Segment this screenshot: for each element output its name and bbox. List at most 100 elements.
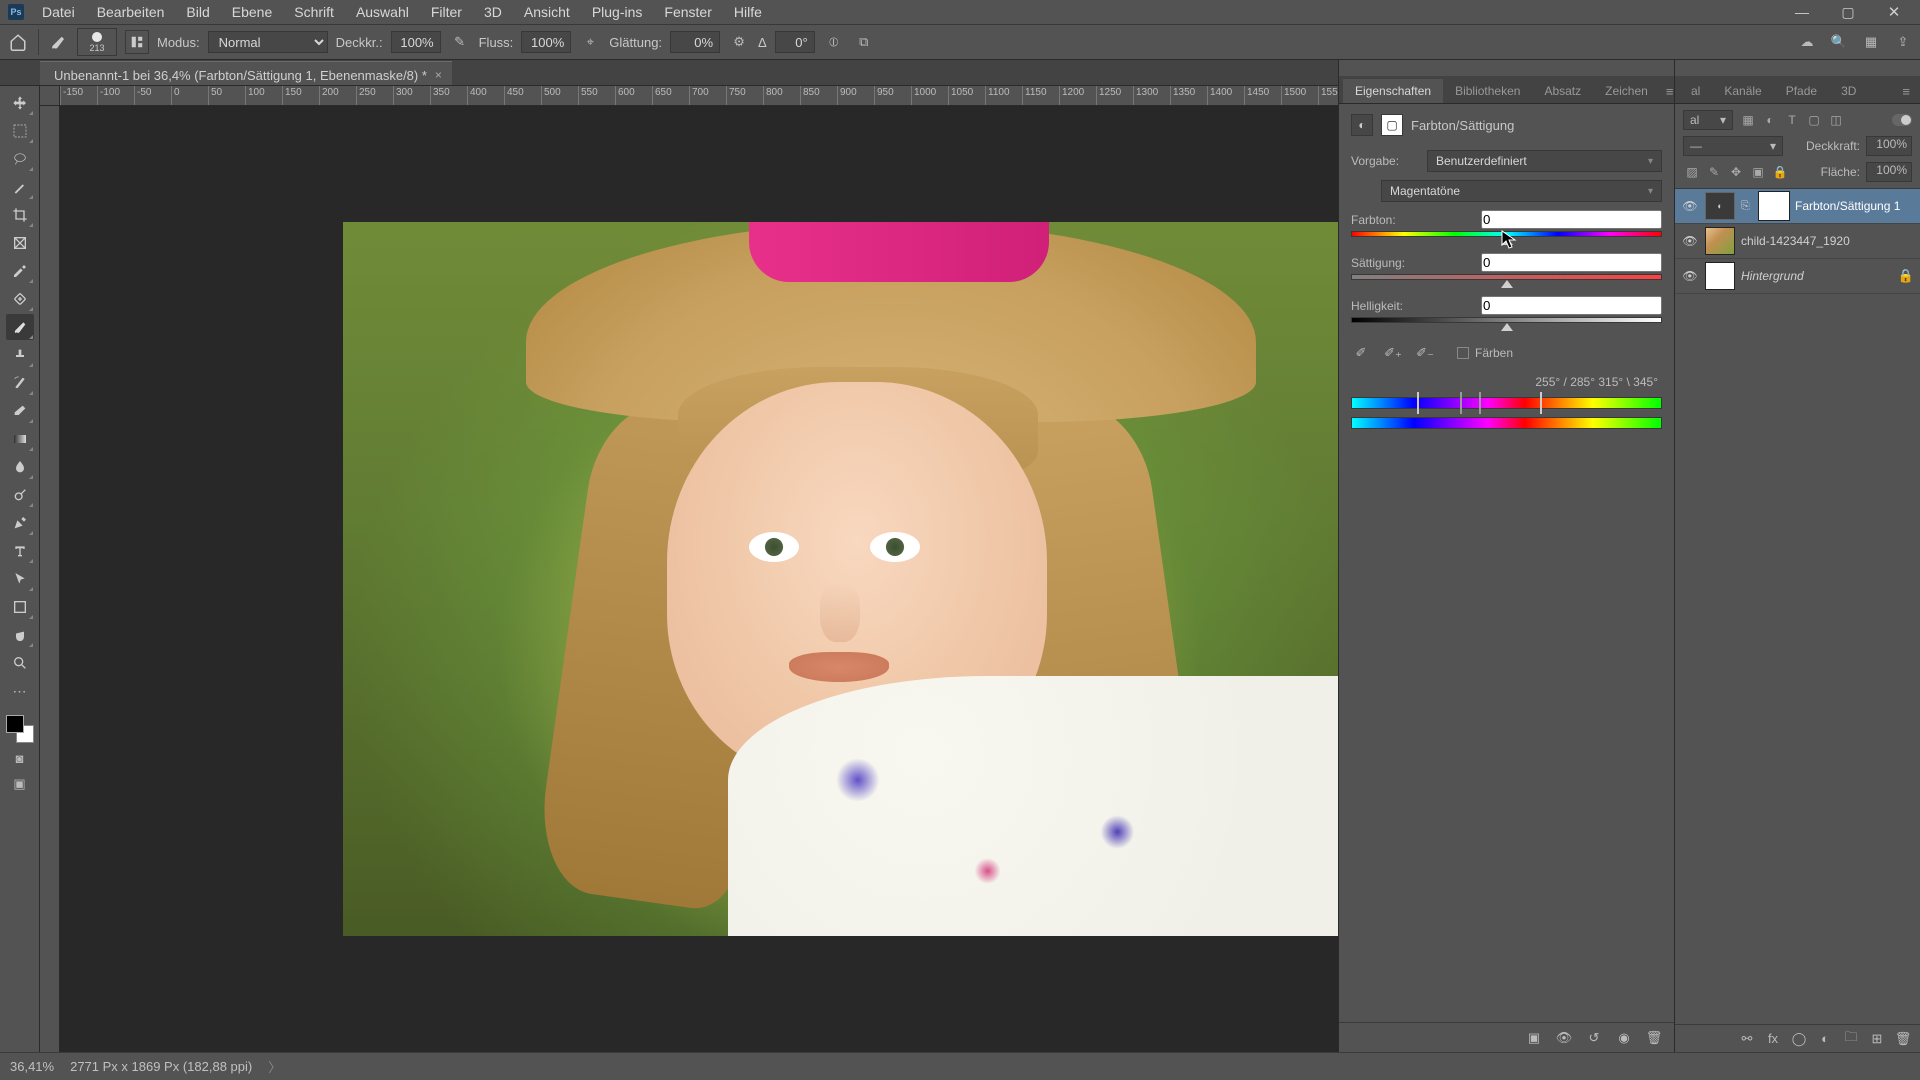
search-icon[interactable]: 🔍 bbox=[1828, 31, 1850, 53]
filter-type-icon[interactable]: T bbox=[1783, 111, 1801, 129]
vertical-ruler[interactable] bbox=[40, 106, 60, 1052]
reset-icon[interactable]: ↺ bbox=[1584, 1028, 1604, 1048]
trash-icon[interactable]: 🗑 bbox=[1644, 1028, 1664, 1048]
pen-tool[interactable] bbox=[6, 510, 34, 536]
filter-shape-icon[interactable]: ▢ bbox=[1805, 111, 1823, 129]
mask-thumb[interactable] bbox=[1759, 192, 1789, 220]
bg-thumb[interactable] bbox=[1705, 262, 1735, 290]
color-swatch[interactable] bbox=[5, 714, 35, 744]
share-icon[interactable]: ⇪ bbox=[1892, 31, 1914, 53]
tab-eigenschaften[interactable]: Eigenschaften bbox=[1343, 79, 1443, 103]
hue-range-strip-top[interactable] bbox=[1351, 397, 1662, 409]
image-thumb[interactable] bbox=[1705, 227, 1735, 255]
smoothing-input[interactable] bbox=[670, 31, 720, 53]
layer-filter-icons[interactable]: ▦ ◐ T ▢ ◫ bbox=[1739, 111, 1845, 129]
document-canvas[interactable] bbox=[343, 222, 1357, 936]
maximize-button[interactable]: ▢ bbox=[1826, 1, 1870, 23]
eraser-tool[interactable] bbox=[6, 398, 34, 424]
layer-fx-icon[interactable]: fx bbox=[1764, 1030, 1782, 1048]
filter-adjust-icon[interactable]: ◐ bbox=[1761, 111, 1779, 129]
tab-bibliotheken[interactable]: Bibliotheken bbox=[1443, 79, 1532, 103]
clip-to-layer-icon[interactable]: ▣ bbox=[1524, 1028, 1544, 1048]
tab-absatz[interactable]: Absatz bbox=[1532, 79, 1593, 103]
brush-tool-icon[interactable] bbox=[47, 31, 69, 53]
preset-select[interactable]: Benutzerdefiniert ▾ bbox=[1427, 150, 1662, 172]
edit-toolbar[interactable]: ⋯ bbox=[6, 678, 34, 704]
info-chevron-icon[interactable]: 〉 bbox=[268, 1057, 281, 1076]
lock-transparent-icon[interactable]: ▨ bbox=[1683, 163, 1701, 181]
shape-tool[interactable] bbox=[6, 594, 34, 620]
filter-image-icon[interactable]: ▦ bbox=[1739, 111, 1757, 129]
pressure-size-icon[interactable]: ⦶ bbox=[823, 31, 845, 53]
hue-value-input[interactable] bbox=[1481, 210, 1662, 229]
workspace-icon[interactable]: ▦ bbox=[1860, 31, 1882, 53]
minimize-button[interactable]: — bbox=[1780, 1, 1824, 23]
brush-preset-picker[interactable]: 213 bbox=[77, 28, 117, 56]
brush-panel-toggle[interactable] bbox=[125, 30, 149, 54]
new-layer-icon[interactable]: ⊞ bbox=[1868, 1030, 1886, 1048]
menu-schrift[interactable]: Schrift bbox=[284, 1, 344, 23]
layers-menu-icon[interactable]: ≡ bbox=[1896, 80, 1916, 103]
smoothing-options-icon[interactable]: ⚙ bbox=[728, 31, 750, 53]
flow-input[interactable] bbox=[521, 31, 571, 53]
menu-bild[interactable]: Bild bbox=[176, 1, 219, 23]
symmetry-icon[interactable]: ⧉ bbox=[853, 31, 875, 53]
hue-slider[interactable] bbox=[1351, 231, 1662, 239]
filter-smart-icon[interactable]: ◫ bbox=[1827, 111, 1845, 129]
link-layers-icon[interactable]: ⚯ bbox=[1738, 1030, 1756, 1048]
menu-filter[interactable]: Filter bbox=[421, 1, 472, 23]
lock-all-icon[interactable]: 🔒 bbox=[1771, 163, 1789, 181]
lightness-value-input[interactable] bbox=[1481, 296, 1662, 315]
eyedropper-add-icon[interactable]: ✐₊ bbox=[1383, 343, 1403, 363]
type-tool[interactable] bbox=[6, 538, 34, 564]
colorize-checkbox[interactable]: Färben bbox=[1457, 346, 1513, 360]
adjustment-thumb-icon[interactable]: ◐ bbox=[1705, 192, 1735, 220]
home-icon[interactable] bbox=[6, 30, 30, 54]
lock-icon[interactable]: 🔒 bbox=[1898, 268, 1914, 284]
path-select-tool[interactable] bbox=[6, 566, 34, 592]
menu-hilfe[interactable]: Hilfe bbox=[724, 1, 772, 23]
menu-fenster[interactable]: Fenster bbox=[654, 1, 721, 23]
layer-fill-input[interactable]: 100% bbox=[1866, 162, 1912, 182]
delete-layer-icon[interactable]: 🗑 bbox=[1894, 1030, 1912, 1048]
eyedropper-icon[interactable]: ✐ bbox=[1351, 343, 1371, 363]
lock-position-icon[interactable]: ✥ bbox=[1727, 163, 1745, 181]
angle-input[interactable] bbox=[775, 31, 815, 53]
crop-tool[interactable] bbox=[6, 202, 34, 228]
visibility-icon[interactable]: 👁 bbox=[1681, 197, 1699, 215]
zoom-tool[interactable] bbox=[6, 650, 34, 676]
filter-toggle-switch[interactable] bbox=[1892, 114, 1912, 126]
doc-info[interactable]: 2771 Px x 1869 Px (182,88 ppi) bbox=[70, 1059, 252, 1074]
lock-pixels-icon[interactable]: ✎ bbox=[1705, 163, 1723, 181]
layer-kind-select[interactable]: al▾ bbox=[1683, 110, 1733, 130]
layer-row[interactable]: 👁 Hintergrund 🔒 bbox=[1675, 259, 1920, 294]
tab-zeichen[interactable]: Zeichen bbox=[1593, 79, 1660, 103]
layer-row[interactable]: 👁 ◐ ⎘ Farbton/Sättigung 1 bbox=[1675, 189, 1920, 224]
frame-tool[interactable] bbox=[6, 230, 34, 256]
wand-tool[interactable] bbox=[6, 174, 34, 200]
airbrush-icon[interactable]: ⌖ bbox=[579, 31, 601, 53]
menu-bearbeiten[interactable]: Bearbeiten bbox=[87, 1, 175, 23]
menu-plugins[interactable]: Plug-ins bbox=[582, 1, 653, 23]
lightness-slider[interactable] bbox=[1351, 317, 1662, 325]
layer-row[interactable]: 👁 child-1423447_1920 bbox=[1675, 224, 1920, 259]
lasso-tool[interactable] bbox=[6, 146, 34, 172]
quickmask-icon[interactable]: ◙ bbox=[6, 746, 34, 770]
channel-select[interactable]: Magentatöne ▾ bbox=[1381, 180, 1662, 202]
layer-name[interactable]: Hintergrund bbox=[1741, 269, 1804, 283]
tab-kanaele[interactable]: Kanäle bbox=[1712, 79, 1773, 103]
visibility-icon[interactable]: 👁 bbox=[1681, 267, 1699, 285]
menu-ansicht[interactable]: Ansicht bbox=[514, 1, 580, 23]
saturation-slider[interactable] bbox=[1351, 274, 1662, 282]
menu-ebene[interactable]: Ebene bbox=[222, 1, 282, 23]
blend-mode-select-layers[interactable]: —▾ bbox=[1683, 136, 1783, 156]
blend-mode-select[interactable]: Normal bbox=[208, 31, 328, 53]
screenmode-icon[interactable]: ▣ bbox=[6, 772, 34, 796]
hue-range-strip-bottom[interactable] bbox=[1351, 417, 1662, 429]
hand-tool[interactable] bbox=[6, 622, 34, 648]
opacity-pressure-icon[interactable]: ✎ bbox=[449, 31, 471, 53]
menu-3d[interactable]: 3D bbox=[474, 1, 512, 23]
previous-state-icon[interactable]: ◉ bbox=[1614, 1028, 1634, 1048]
heal-tool[interactable] bbox=[6, 286, 34, 312]
panel-menu-icon[interactable]: ≡ bbox=[1660, 80, 1680, 103]
